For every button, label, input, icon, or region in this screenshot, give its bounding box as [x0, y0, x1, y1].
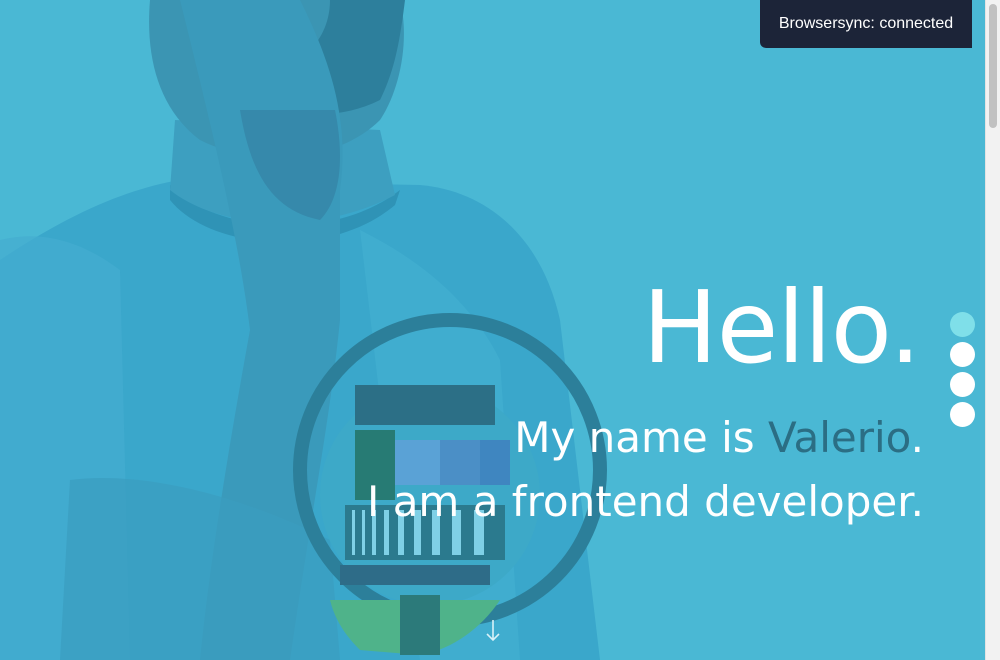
section-nav-dots	[950, 312, 976, 432]
down-arrow-icon[interactable]	[484, 618, 502, 644]
nav-dot-2[interactable]	[950, 342, 975, 367]
nav-dot-1[interactable]	[950, 312, 975, 337]
browsersync-notification: Browsersync: connected	[760, 0, 972, 48]
notification-text: Browsersync: connected	[778, 15, 954, 32]
scrollbar-thumb[interactable]	[989, 4, 997, 128]
nav-dot-3[interactable]	[950, 372, 975, 397]
nav-dot-4[interactable]	[950, 402, 975, 427]
role-line: I am a frontend developer.	[366, 477, 924, 526]
intro-suffix: .	[910, 413, 924, 462]
hero-section: Browsersync: connected Hello. My name is…	[0, 0, 986, 660]
intro-prefix: My name is	[514, 413, 769, 462]
developer-name: Valerio	[768, 413, 911, 462]
hero-greeting: Hello.	[642, 269, 921, 386]
intro-line: My name is Valerio.	[514, 412, 924, 464]
page-scrollbar[interactable]	[985, 0, 1000, 660]
